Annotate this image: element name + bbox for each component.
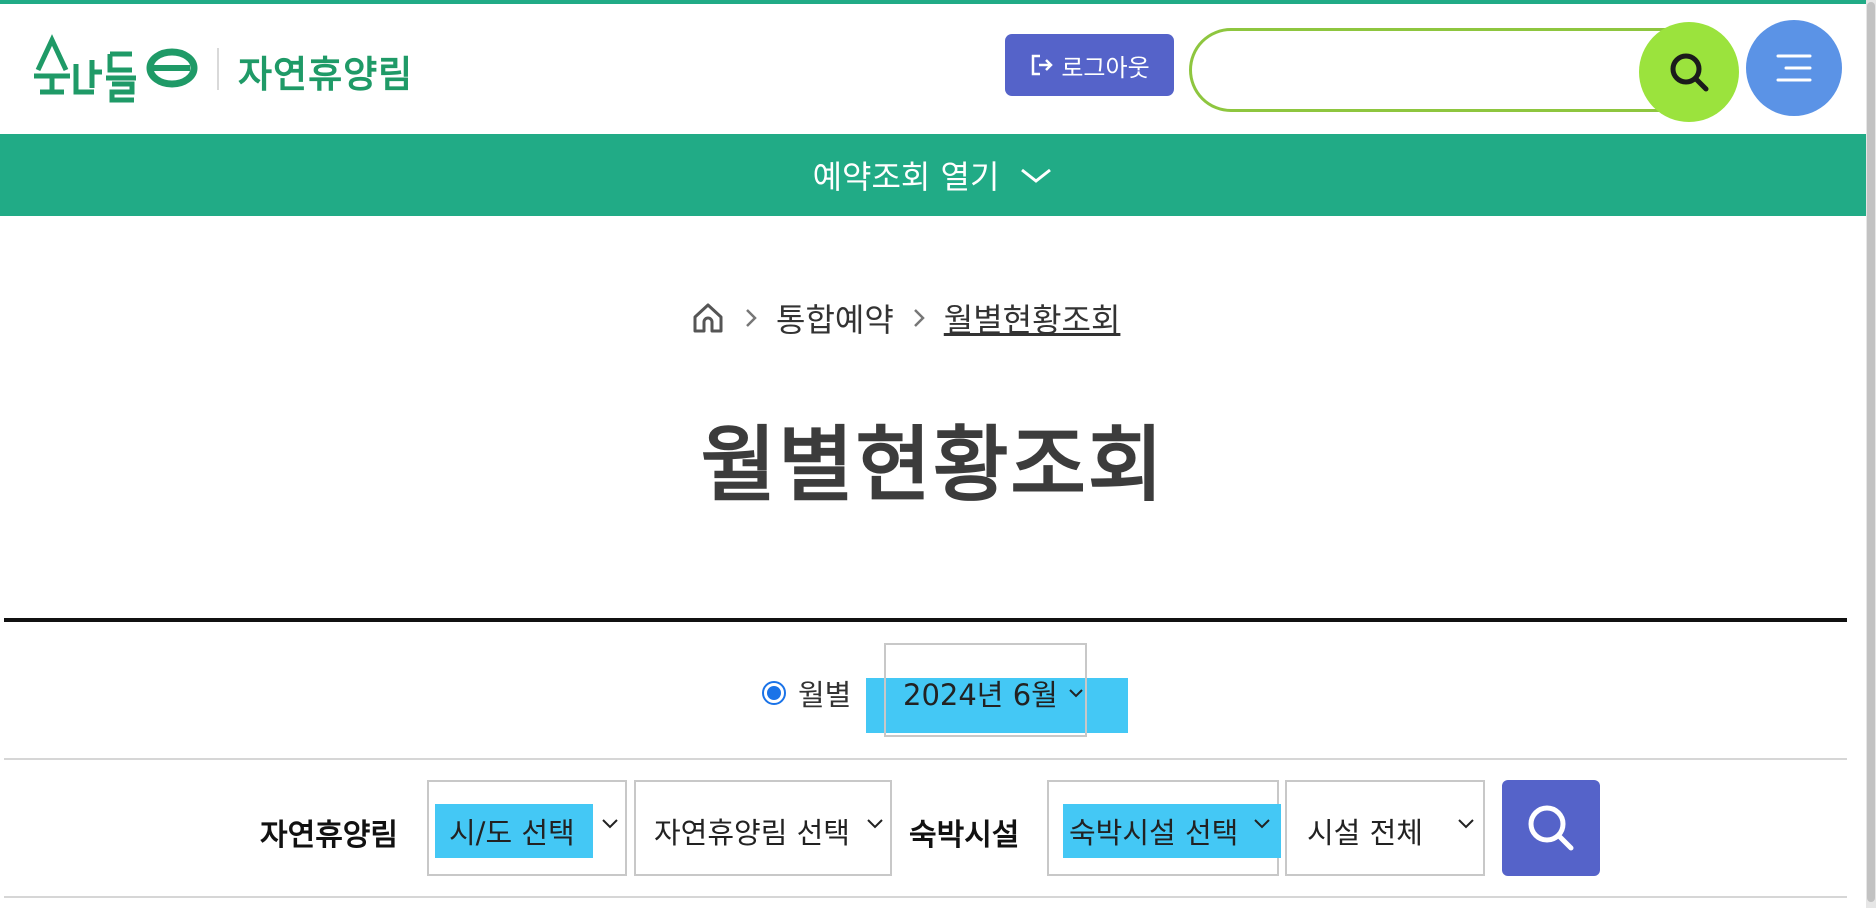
search-icon — [1670, 53, 1709, 92]
chevron-down-icon — [867, 819, 883, 829]
breadcrumb-item-reservation[interactable]: 통합예약 — [776, 295, 894, 341]
forest-select-value: 자연휴양림 선택 — [654, 816, 850, 850]
chevron-down-icon — [1458, 819, 1474, 829]
site-name[interactable]: 자연휴양림 — [238, 44, 413, 98]
menu-button[interactable] — [1746, 20, 1842, 116]
row-divider — [4, 758, 1847, 760]
monthly-radio[interactable] — [762, 681, 786, 705]
logout-button[interactable]: 로그아웃 — [1005, 34, 1174, 96]
reservation-toggle-bar[interactable]: 예약조회 열기 — [0, 134, 1866, 216]
chevron-down-icon — [602, 819, 618, 829]
logo-divider — [217, 48, 219, 90]
logout-icon — [1032, 54, 1054, 76]
row-divider — [4, 896, 1847, 898]
section-divider — [4, 618, 1847, 622]
reservation-toggle-label: 예약조회 열기 — [812, 158, 1000, 196]
hamburger-icon — [1776, 54, 1812, 82]
chevron-down-icon — [1254, 819, 1270, 829]
search-icon — [1528, 805, 1574, 851]
home-icon[interactable] — [690, 300, 726, 336]
search-button[interactable] — [1639, 22, 1739, 122]
logo-mark — [34, 34, 198, 103]
scrollbar-thumb[interactable] — [1867, 2, 1875, 902]
breadcrumb-separator-icon — [912, 307, 926, 329]
month-select-value: 2024년 6월 — [903, 678, 1058, 712]
logout-label: 로그아웃 — [1061, 53, 1150, 82]
breadcrumb-separator-icon — [744, 307, 758, 329]
chevron-down-icon — [1069, 689, 1083, 698]
search-submit-button[interactable] — [1502, 780, 1600, 876]
monthly-radio-label: 월별 — [798, 678, 852, 712]
region-select-value: 시/도 선택 — [449, 816, 575, 850]
chevron-down-icon — [1021, 168, 1052, 183]
breadcrumb-item-current[interactable]: 월별현황조회 — [944, 295, 1121, 341]
forest-label: 자연휴양림 — [260, 818, 398, 853]
page-title: 월별현황조회 — [700, 418, 1166, 513]
monthly-radio-option[interactable]: 월별 — [762, 672, 851, 714]
lodging-select[interactable]: 숙박시설 선택 — [1047, 780, 1281, 876]
facility-select-value: 시설 전체 — [1307, 816, 1423, 850]
month-select-value-wrap: 2024년 6월 — [903, 672, 1084, 714]
region-select[interactable]: 시/도 선택 — [427, 780, 627, 876]
forest-select[interactable]: 자연휴양림 선택 — [634, 780, 892, 876]
breadcrumb: 통합예약 월별현황조회 — [690, 294, 1120, 342]
lodging-select-value: 숙박시설 선택 — [1069, 816, 1239, 850]
site-logo[interactable] — [34, 26, 199, 110]
lodging-label: 숙박시설 — [909, 818, 1020, 853]
facility-select[interactable]: 시설 전체 — [1285, 780, 1485, 876]
